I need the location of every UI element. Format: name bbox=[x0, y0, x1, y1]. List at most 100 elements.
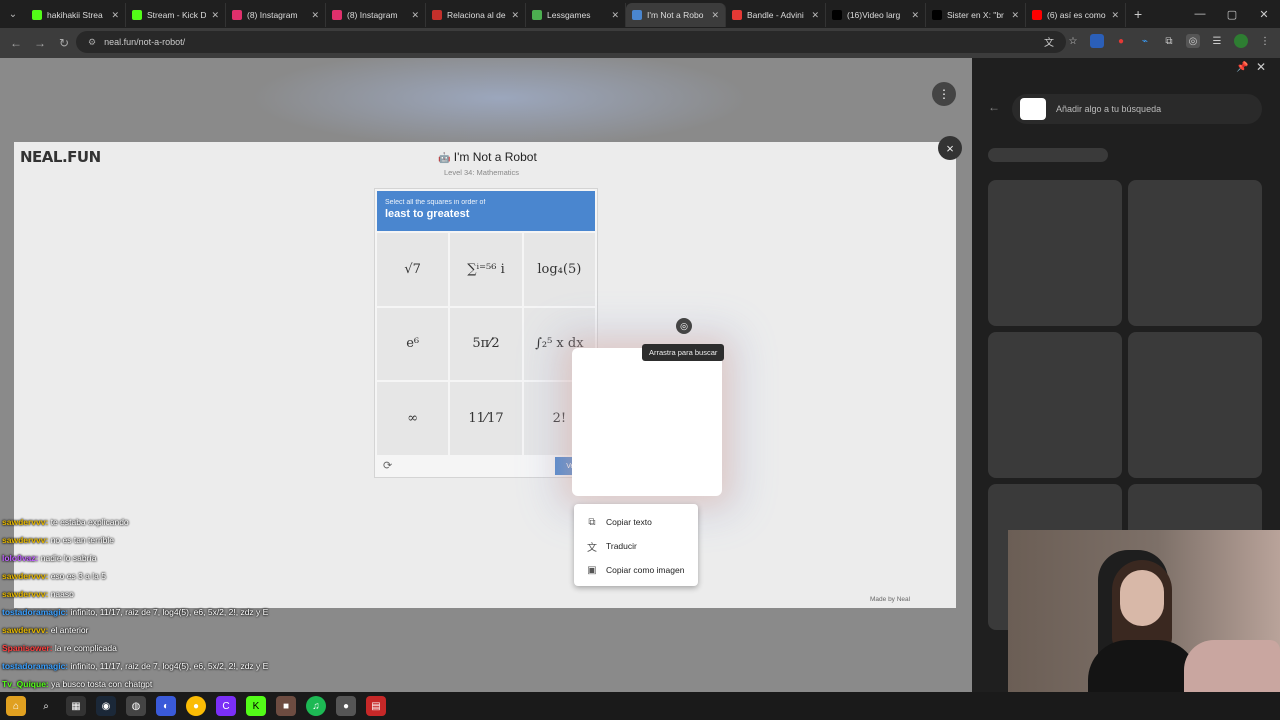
tab-close-icon[interactable]: ✕ bbox=[311, 10, 319, 21]
tab-search-chevron-icon[interactable]: ⌄ bbox=[0, 0, 26, 28]
chat-username[interactable]: sawdervvv: bbox=[2, 517, 48, 527]
lens-selection-box[interactable] bbox=[572, 348, 722, 496]
tab-close-icon[interactable]: ✕ bbox=[211, 10, 219, 21]
tab-favicon-icon bbox=[732, 10, 742, 20]
chat-username[interactable]: sawdervvv: bbox=[2, 535, 48, 545]
reload-icon[interactable]: ↻ bbox=[52, 36, 76, 50]
chat-message: lolo0vaz: nadie lo sabría bbox=[2, 552, 272, 564]
browser-tab[interactable]: Sister en X: "br ✕ bbox=[926, 3, 1026, 27]
kick-icon[interactable]: K bbox=[246, 696, 266, 716]
chat-message: sawdervvv: naaso bbox=[2, 588, 272, 600]
browser-tab[interactable]: Stream - Kick D ✕ bbox=[126, 3, 226, 27]
app-icon[interactable]: ◐ bbox=[156, 696, 176, 716]
chat-username[interactable]: sawdervvv: bbox=[2, 571, 48, 581]
extension-icon[interactable]: ⌁ bbox=[1138, 34, 1152, 48]
menu-copy-text[interactable]: ⧉ Copiar texto bbox=[574, 510, 698, 534]
reading-list-icon[interactable]: ☰ bbox=[1210, 34, 1224, 48]
extension-icon[interactable] bbox=[1090, 34, 1104, 48]
menu-kebab-icon[interactable]: ⋮ bbox=[1258, 34, 1272, 48]
chrome-active-icon[interactable]: ● bbox=[336, 696, 356, 716]
puzzle-icon[interactable]: ⧉ bbox=[1162, 34, 1176, 48]
browser-tab[interactable]: (16)Video larg ✕ bbox=[826, 3, 926, 27]
menu-copy-image[interactable]: ▣ Copiar como imagen bbox=[574, 558, 698, 582]
site-info-icon[interactable]: ⚙ bbox=[88, 37, 96, 48]
bookmark-star-icon[interactable]: ☆ bbox=[1066, 34, 1080, 48]
app-icon[interactable]: C bbox=[216, 696, 236, 716]
tab-close-icon[interactable]: ✕ bbox=[911, 10, 919, 21]
search-icon[interactable]: ⌕ bbox=[36, 696, 56, 716]
chat-message: tostadoramagic: infinito, 11/17, raiz de… bbox=[2, 606, 272, 618]
tab-close-icon[interactable]: ✕ bbox=[511, 10, 519, 21]
pin-icon[interactable]: 📌 bbox=[1236, 62, 1248, 73]
chat-username[interactable]: lolo0vaz: bbox=[2, 553, 38, 563]
browser-tab[interactable]: hakihakii Strea ✕ bbox=[26, 3, 126, 27]
tab-close-icon[interactable]: ✕ bbox=[1011, 10, 1019, 21]
back-icon[interactable]: ← bbox=[4, 36, 28, 50]
browser-tab[interactable]: Bandle - Advini ✕ bbox=[726, 3, 826, 27]
app-icon[interactable]: ◍ bbox=[126, 696, 146, 716]
record-icon[interactable]: ● bbox=[1114, 34, 1128, 48]
captcha-cell-sqrt7[interactable]: √7 bbox=[377, 233, 449, 306]
tab-favicon-icon bbox=[1032, 10, 1042, 20]
captcha-cell-log[interactable]: log₄(5) bbox=[523, 233, 595, 306]
profile-avatar[interactable] bbox=[1234, 34, 1248, 48]
lens-menu-icon[interactable]: ⋮ bbox=[932, 82, 956, 106]
close-icon[interactable]: × bbox=[938, 136, 962, 160]
close-panel-icon[interactable]: ✕ bbox=[1256, 60, 1266, 74]
chat-username[interactable]: Spanisower: bbox=[2, 643, 53, 653]
app-icon[interactable]: ▦ bbox=[66, 696, 86, 716]
chat-username[interactable]: tostadoramagic: bbox=[2, 661, 68, 671]
browser-tab[interactable]: I'm Not a Robo ✕ bbox=[626, 3, 726, 27]
steam-icon[interactable]: ◉ bbox=[96, 696, 116, 716]
lens-toolbar-icon[interactable]: ◎ bbox=[1186, 34, 1200, 48]
captcha-cell-infinity[interactable]: ∞ bbox=[377, 382, 449, 455]
menu-translate[interactable]: 文 Traducir bbox=[574, 534, 698, 558]
lens-icon[interactable]: ◎ bbox=[676, 318, 692, 334]
close-window-icon[interactable]: ✕ bbox=[1248, 0, 1280, 28]
app-icon[interactable]: ▤ bbox=[366, 696, 386, 716]
tab-close-icon[interactable]: ✕ bbox=[411, 10, 419, 21]
captcha-cell-fraction[interactable]: 11⁄17 bbox=[450, 382, 522, 455]
tab-close-icon[interactable]: ✕ bbox=[111, 10, 119, 21]
chat-username[interactable]: Tv_Quique: bbox=[2, 679, 49, 689]
window-controls: — ▢ ✕ bbox=[1184, 0, 1280, 28]
tab-close-icon[interactable]: ✕ bbox=[711, 10, 719, 21]
new-tab-button[interactable]: + bbox=[1126, 6, 1150, 22]
result-placeholder bbox=[1128, 180, 1262, 326]
chat-username[interactable]: sawdervvv: bbox=[2, 625, 48, 635]
spotify-icon[interactable]: ♫ bbox=[306, 696, 326, 716]
minimize-icon[interactable]: — bbox=[1184, 0, 1216, 28]
extensions-area: 文 ☆ ● ⌁ ⧉ ◎ ☰ ⋮ bbox=[1042, 34, 1272, 49]
chat-username[interactable]: tostadoramagic: bbox=[2, 607, 68, 617]
address-bar[interactable]: ⚙ neal.fun/not-a-robot/ bbox=[76, 31, 1066, 53]
instruction-small: Select all the squares in order of bbox=[385, 199, 486, 206]
translate-icon[interactable]: 文 bbox=[1042, 34, 1056, 49]
stream-chat-overlay: sawdervvv: te estaba explicando sawdervvv… bbox=[2, 516, 272, 692]
browser-tab[interactable]: (6) así es como ✕ bbox=[1026, 3, 1126, 27]
chrome-icon[interactable]: ● bbox=[186, 696, 206, 716]
app-icon[interactable]: ■ bbox=[276, 696, 296, 716]
tab-close-icon[interactable]: ✕ bbox=[1111, 10, 1119, 21]
chat-username[interactable]: sawdervvv: bbox=[2, 589, 48, 599]
logo[interactable]: NEAL.FUN bbox=[20, 148, 101, 166]
result-placeholder bbox=[988, 180, 1122, 326]
back-arrow-icon[interactable]: ← bbox=[988, 100, 1000, 114]
tab-title: Sister en X: "br bbox=[947, 10, 1004, 20]
maximize-icon[interactable]: ▢ bbox=[1216, 0, 1248, 28]
browser-tab[interactable]: (8) Instagram ✕ bbox=[326, 3, 426, 27]
forward-icon[interactable]: → bbox=[28, 36, 52, 50]
made-by-credit[interactable]: Made by Neal bbox=[870, 596, 910, 603]
chat-text: la re complicada bbox=[54, 643, 117, 653]
captcha-cell-sum[interactable]: ∑ⁱ⁼⁵⁶ i bbox=[450, 233, 522, 306]
browser-tab[interactable]: Relaciona al de ✕ bbox=[426, 3, 526, 27]
captcha-cell-e6[interactable]: e⁶ bbox=[377, 307, 449, 381]
start-icon[interactable]: ⌂ bbox=[6, 696, 26, 716]
tab-close-icon[interactable]: ✕ bbox=[611, 10, 619, 21]
side-search-input[interactable]: Añadir algo a tu búsqueda bbox=[1012, 94, 1262, 124]
browser-tab[interactable]: (8) Instagram ✕ bbox=[226, 3, 326, 27]
tab-close-icon[interactable]: ✕ bbox=[811, 10, 819, 21]
browser-tab[interactable]: Lessgames ✕ bbox=[526, 3, 626, 27]
captcha-cell-5pi2[interactable]: 5π⁄2 bbox=[450, 307, 522, 381]
chat-text: el anterior bbox=[50, 625, 89, 635]
captcha-reload-icon[interactable]: ⟳ bbox=[383, 459, 392, 472]
